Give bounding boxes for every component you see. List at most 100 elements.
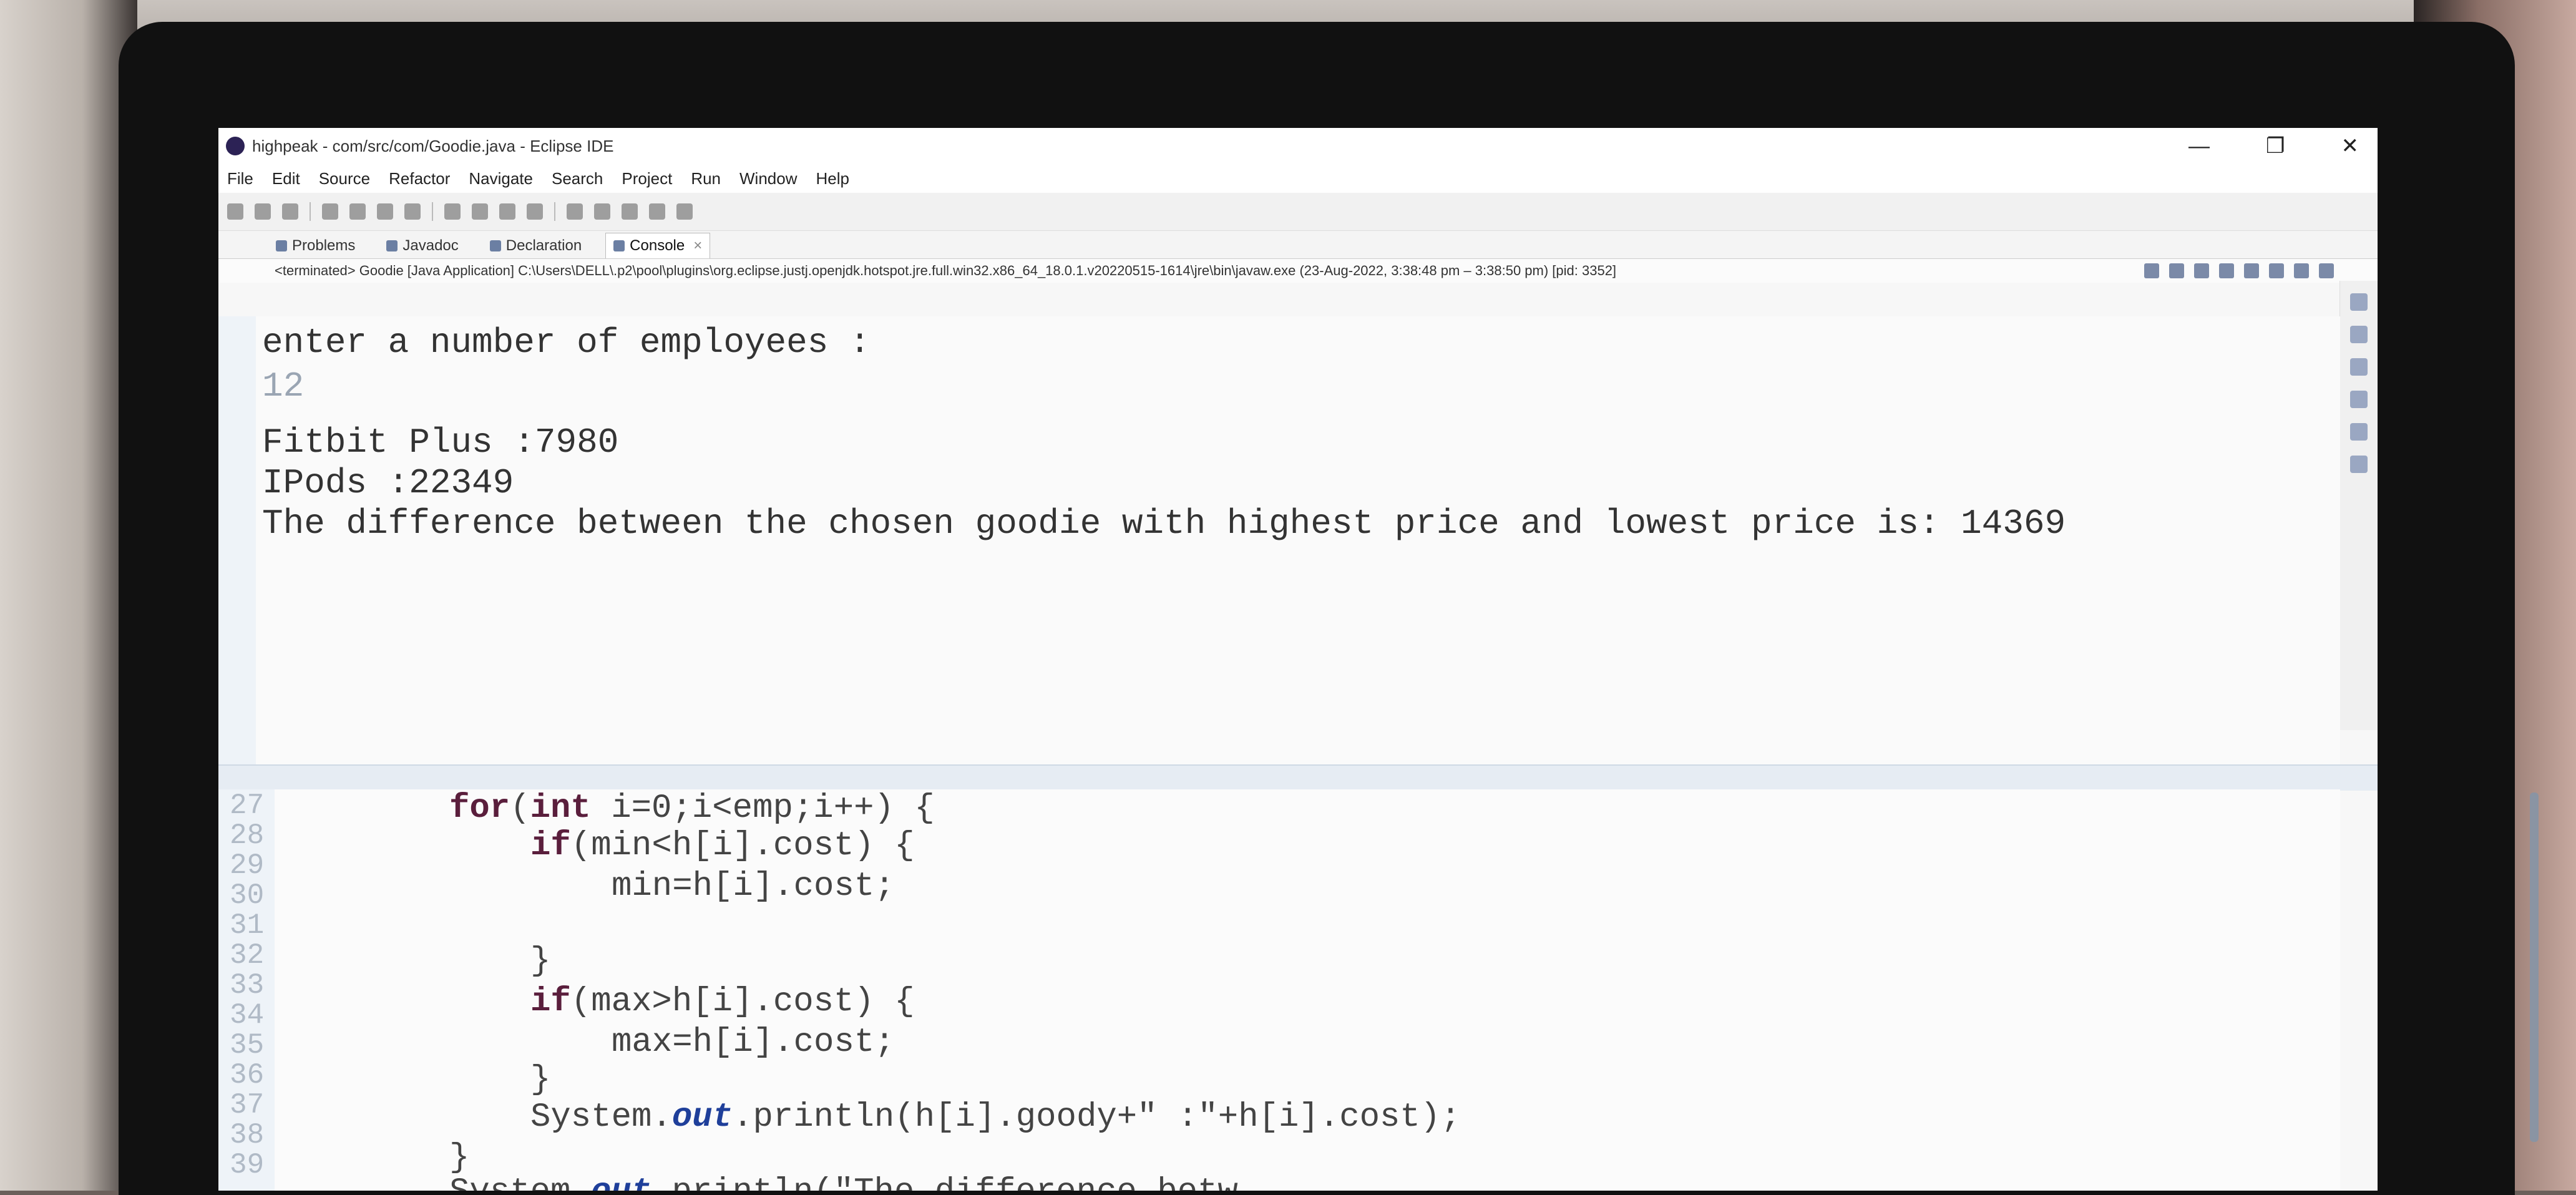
toolbar-separator	[310, 202, 311, 221]
new-package-icon[interactable]	[444, 203, 461, 220]
line-number: 35	[230, 1029, 265, 1061]
menu-refactor[interactable]: Refactor	[389, 169, 450, 188]
previous-annotation-icon[interactable]	[594, 203, 610, 220]
next-annotation-icon[interactable]	[567, 203, 583, 220]
tab-declaration-label: Declaration	[505, 237, 582, 254]
console-view-icon[interactable]	[2350, 456, 2368, 473]
line-number: 33	[230, 969, 265, 1002]
menu-project[interactable]: Project	[622, 169, 672, 188]
menu-bar: File Edit Source Refactor Navigate Searc…	[218, 164, 2378, 193]
remove-launch-icon[interactable]	[2169, 263, 2184, 278]
tab-declaration[interactable]: Declaration	[482, 233, 589, 258]
editor-split-divider[interactable]	[218, 764, 2378, 791]
console-line: Fitbit Plus :7980	[262, 422, 619, 462]
code-text: (	[510, 789, 530, 827]
code-line: }	[530, 942, 551, 980]
static-field: out	[591, 1173, 651, 1191]
debug-icon[interactable]	[322, 203, 338, 220]
terminate-icon[interactable]	[2144, 263, 2159, 278]
task-list-icon[interactable]	[2350, 391, 2368, 408]
tab-javadoc[interactable]: Javadoc	[379, 233, 466, 258]
window-controls: — ❐ ✕	[2188, 128, 2359, 164]
code-text: System.	[449, 1173, 591, 1191]
forward-icon[interactable]	[649, 203, 665, 220]
window-title: highpeak - com/src/com/Goodie.java - Ecl…	[252, 136, 614, 155]
menu-edit[interactable]: Edit	[272, 169, 300, 188]
save-icon[interactable]	[255, 203, 271, 220]
main-toolbar	[218, 193, 2378, 231]
maximize-button[interactable]: ❐	[2266, 134, 2285, 159]
code-line: for(int i=0;i<emp;i++) {	[449, 789, 935, 827]
line-number: 29	[230, 849, 265, 882]
code-line: min=h[i].cost;	[612, 867, 895, 905]
new-class-icon[interactable]	[472, 203, 488, 220]
right-toolbar-strip	[2339, 281, 2378, 730]
code-line: }	[530, 1061, 551, 1099]
code-line: max=h[i].cost;	[612, 1023, 895, 1061]
search-icon[interactable]	[527, 203, 543, 220]
display-console-icon[interactable]	[2294, 263, 2309, 278]
line-number: 38	[230, 1119, 265, 1151]
open-console-icon[interactable]	[2319, 263, 2334, 278]
hierarchy-icon[interactable]	[2350, 423, 2368, 441]
remove-all-icon[interactable]	[2194, 263, 2209, 278]
menu-window[interactable]: Window	[739, 169, 797, 188]
tab-javadoc-label: Javadoc	[402, 237, 459, 254]
title-bar: highpeak - com/src/com/Goodie.java - Ecl…	[218, 128, 2378, 164]
coverage-icon[interactable]	[377, 203, 393, 220]
console-icon	[613, 240, 625, 251]
close-button[interactable]: ✕	[2341, 134, 2359, 159]
bottom-view-tabs: Problems Javadoc Declaration Console ×	[218, 231, 2378, 259]
external-tools-icon[interactable]	[404, 203, 421, 220]
line-number: 34	[230, 999, 265, 1032]
menu-search[interactable]: Search	[552, 169, 603, 188]
code-text: .println("The difference betw	[651, 1173, 1238, 1191]
close-tab-icon[interactable]: ×	[693, 237, 702, 255]
menu-source[interactable]: Source	[319, 169, 370, 188]
line-number: 27	[230, 789, 265, 822]
javadoc-icon	[386, 240, 398, 251]
eclipse-logo-icon	[226, 137, 245, 155]
back-icon[interactable]	[622, 203, 638, 220]
keyword: for	[449, 789, 510, 827]
console-line: The difference between the chosen goodie…	[262, 504, 2066, 544]
print-icon[interactable]	[282, 203, 298, 220]
keyword: int	[530, 789, 591, 827]
editor-scrollbar[interactable]	[2530, 793, 2539, 1142]
problems-icon	[276, 240, 287, 251]
menu-file[interactable]: File	[227, 169, 253, 188]
line-number: 32	[230, 939, 265, 972]
pin-console-icon[interactable]	[2269, 263, 2284, 278]
menu-run[interactable]: Run	[691, 169, 721, 188]
run-icon[interactable]	[349, 203, 366, 220]
minimize-button[interactable]: —	[2188, 134, 2210, 159]
declaration-icon	[489, 240, 501, 251]
tab-console[interactable]: Console ×	[605, 233, 711, 258]
scroll-lock-icon[interactable]	[2219, 263, 2234, 278]
outline-icon[interactable]	[2350, 358, 2368, 376]
code-editor[interactable]: 27 28 29 30 31 32 33 34 35 36 37 38 39 f…	[218, 789, 2340, 1191]
menu-navigate[interactable]: Navigate	[469, 169, 533, 188]
line-number: 28	[230, 819, 265, 852]
word-wrap-icon[interactable]	[2244, 263, 2259, 278]
background-left	[0, 0, 137, 1191]
new-icon[interactable]	[227, 203, 243, 220]
open-type-icon[interactable]	[499, 203, 515, 220]
code-text: (max>h[i].cost) {	[570, 983, 915, 1021]
tab-problems[interactable]: Problems	[268, 233, 363, 258]
tab-console-label: Console	[630, 237, 685, 254]
perspective-icon[interactable]	[2350, 326, 2368, 343]
toolbar-separator	[554, 202, 555, 221]
code-line: if(min<h[i].cost) {	[530, 827, 915, 865]
code-text: i=0;i<emp;i++) {	[590, 789, 935, 827]
toolbar-separator	[432, 202, 433, 221]
code-line: System.out.println(h[i].goody+" :"+h[i].…	[530, 1098, 1461, 1136]
code-text: (min<h[i].cost) {	[570, 827, 915, 865]
code-line: System.out.println("The difference betw	[449, 1173, 1238, 1191]
keyword: if	[530, 827, 571, 865]
search-icon[interactable]	[2350, 293, 2368, 311]
code-line: if(max>h[i].cost) {	[530, 983, 915, 1021]
menu-help[interactable]: Help	[816, 169, 849, 188]
code-line: }	[449, 1139, 470, 1177]
pin-editor-icon[interactable]	[676, 203, 693, 220]
